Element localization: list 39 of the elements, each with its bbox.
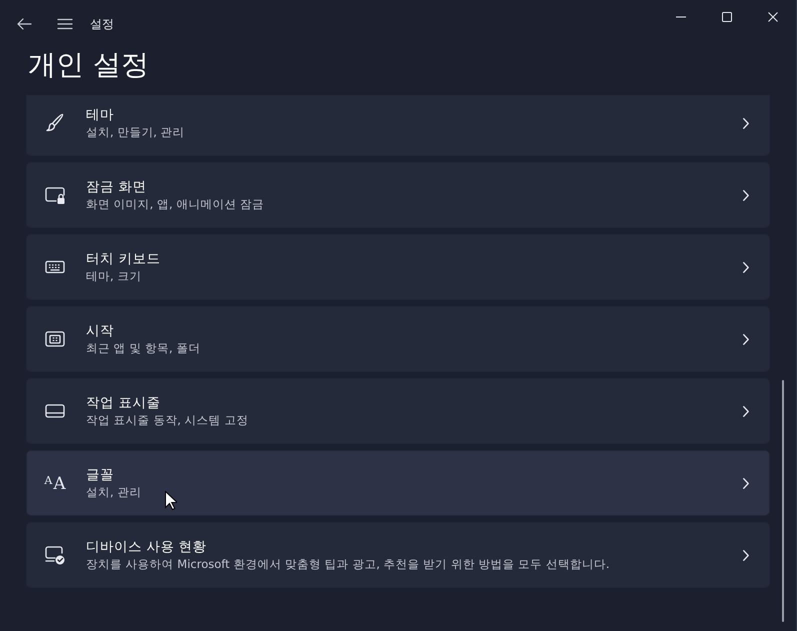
maximize-icon <box>722 12 732 22</box>
chevron-right-icon <box>743 478 750 488</box>
card-title: 디바이스 사용 현황 <box>86 538 207 556</box>
brush-icon <box>45 113 65 133</box>
page-heading: 개인 설정 <box>28 48 150 82</box>
settings-card[interactable]: 디바이스 사용 현황 장치를 사용하여 Microsoft 환경에서 맞춤형 팁과 광고, 추천을 받기 위한 방법을 모두 선택합니다. <box>26 522 770 588</box>
card-title: 테마 <box>86 106 114 124</box>
card-subtitle: 화면 이미지, 앱, 애니메이션 잠금 <box>86 196 264 212</box>
card-subtitle: 최근 앱 및 항목, 폴더 <box>86 340 200 356</box>
card-subtitle: 설치, 관리 <box>86 484 142 500</box>
settings-card[interactable]: 테마 설치, 만들기, 관리 <box>26 95 770 156</box>
chevron-right-icon <box>743 262 750 272</box>
screen-lock-icon <box>45 185 65 205</box>
card-title: 터치 키보드 <box>86 250 160 268</box>
chevron-right-icon <box>743 118 750 128</box>
card-title: 작업 표시줄 <box>86 394 160 412</box>
card-subtitle: 테마, 크기 <box>86 268 142 284</box>
mouse-pointer-icon <box>165 491 177 510</box>
close-icon <box>768 12 778 22</box>
chevron-right-icon <box>743 334 750 344</box>
chevron-right-icon <box>743 550 750 560</box>
settings-card[interactable]: 시작 최근 앱 및 항목, 폴더 <box>26 306 770 372</box>
card-title: 잠금 화면 <box>86 178 146 196</box>
chevron-right-icon <box>743 406 750 416</box>
card-title: 글꼴 <box>86 466 114 484</box>
settings-card[interactable]: 작업 표시줄 작업 표시줄 동작, 시스템 고정 <box>26 378 770 444</box>
app-grid-icon <box>45 329 65 349</box>
chevron-right-icon <box>743 190 750 200</box>
monitor-check-icon <box>45 545 65 565</box>
window-title: 설정 <box>90 16 114 32</box>
back-arrow-icon <box>16 16 32 32</box>
settings-card[interactable]: 잠금 화면 화면 이미지, 앱, 애니메이션 잠금 <box>26 162 770 228</box>
card-subtitle: 설치, 만들기, 관리 <box>86 124 185 140</box>
card-subtitle: 작업 표시줄 동작, 시스템 고정 <box>86 412 248 428</box>
card-title: 시작 <box>86 322 114 340</box>
scrollbar-thumb[interactable] <box>782 380 784 622</box>
card-subtitle: 장치를 사용하여 Microsoft 환경에서 맞춤형 팁과 광고, 추천을 받기 위한 방법을 모두 선택합니다. <box>86 556 610 572</box>
menu-icon <box>57 16 73 32</box>
settings-card[interactable]: 터치 키보드 테마, 크기 <box>26 234 770 300</box>
